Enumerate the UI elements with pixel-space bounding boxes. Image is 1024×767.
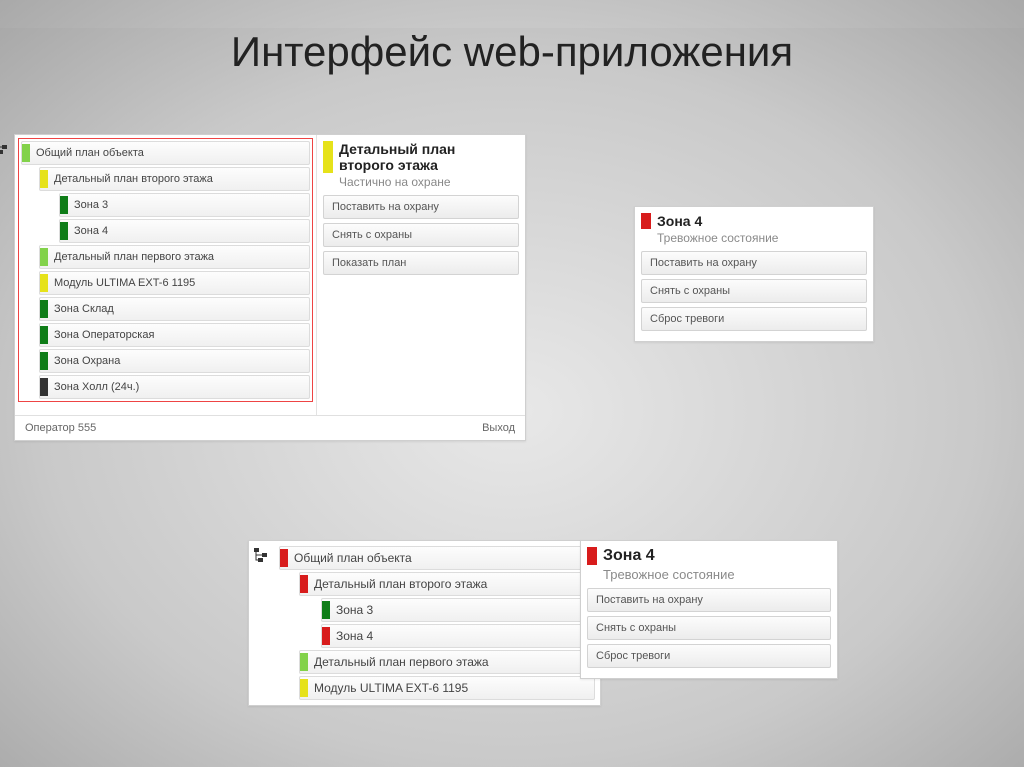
detail-column: Детальный план второго этажа Частично на… <box>317 135 525 415</box>
tree-item-label: Зона 3 <box>336 603 373 617</box>
detail-title-line: Детальный план <box>339 141 455 157</box>
status-bar-icon <box>40 378 48 396</box>
tree-item[interactable]: Зона 3 <box>59 193 310 217</box>
tree-item[interactable]: Зона Операторская <box>39 323 310 347</box>
tree-item-label: Зона 4 <box>74 225 108 237</box>
hierarchy-icon <box>253 547 269 563</box>
tree-item-label: Зона Охрана <box>54 355 120 367</box>
slide-title: Интерфейс web-приложения <box>0 28 1024 76</box>
zone-card-subtitle: Тревожное состояние <box>657 231 867 245</box>
tree-item-label: Детальный план первого этажа <box>314 655 489 669</box>
tree-item-label: Общий план объекта <box>36 147 144 159</box>
tree-item[interactable]: Зона 4 <box>59 219 310 243</box>
zone-card-title: Зона 4 <box>641 213 867 229</box>
tree-item[interactable]: Детальный план второго этажа <box>39 167 310 191</box>
operator-label: Оператор 555 <box>25 422 96 434</box>
status-bar-icon <box>40 326 48 344</box>
tree-item[interactable]: Детальный план первого этажа <box>299 650 595 674</box>
status-bar-icon <box>40 352 48 370</box>
zone-card-title: Зона 4 <box>587 547 831 565</box>
status-bar-icon <box>40 248 48 266</box>
status-bar-icon <box>300 575 308 593</box>
panel-composite: Общий план объекта Детальный план второг… <box>14 134 526 441</box>
tree-panel-alarm: Общий план объекта Детальный план второг… <box>248 540 601 706</box>
hierarchy-icon <box>0 139 9 155</box>
tree-item-label: Зона Склад <box>54 303 114 315</box>
tree-item-label: Зона Холл (24ч.) <box>54 381 139 393</box>
tree-item[interactable]: Детальный план второго этажа <box>299 572 595 596</box>
tree-item[interactable]: Зона Холл (24ч.) <box>39 375 310 399</box>
tree-item[interactable]: Детальный план первого этажа <box>39 245 310 269</box>
tree-item-label: Общий план объекта <box>294 551 412 565</box>
zone-card-large: Зона 4 Тревожное состояние Поставить на … <box>580 540 838 679</box>
tree-item-label: Зона Операторская <box>54 329 154 341</box>
reset-alarm-button[interactable]: Сброс тревоги <box>587 644 831 668</box>
tree-item[interactable]: Зона Склад <box>39 297 310 321</box>
tree-item-label: Модуль ULTIMA EXT-6 1195 <box>54 277 195 289</box>
tree-item-label: Зона 4 <box>336 629 373 643</box>
status-bar-icon <box>40 300 48 318</box>
detail-subtitle: Частично на охране <box>339 175 519 189</box>
zone-card-subtitle: Тревожное состояние <box>603 567 831 582</box>
status-bar-icon <box>322 627 330 645</box>
status-bar-icon <box>300 679 308 697</box>
tree-item[interactable]: Зона 4 <box>321 624 595 648</box>
tree-item[interactable]: Общий план объекта <box>21 141 310 165</box>
tree-column: Общий план объекта Детальный план второг… <box>15 135 317 415</box>
status-bar-icon <box>322 601 330 619</box>
disarm-button[interactable]: Снять с охраны <box>587 616 831 640</box>
status-bar-icon <box>60 196 68 214</box>
tree-item[interactable]: Зона Охрана <box>39 349 310 373</box>
tree-item-label: Детальный план первого этажа <box>54 251 214 263</box>
disarm-button[interactable]: Снять с охраны <box>323 223 519 247</box>
show-plan-button[interactable]: Показать план <box>323 251 519 275</box>
arm-button[interactable]: Поставить на охрану <box>323 195 519 219</box>
panel-footer: Оператор 555 Выход <box>15 415 525 440</box>
zone-card-small: Зона 4 Тревожное состояние Поставить на … <box>634 206 874 342</box>
status-bar-icon <box>280 549 288 567</box>
tree-item[interactable]: Общий план объекта <box>279 546 595 570</box>
status-bar-icon <box>40 170 48 188</box>
tree-selection-frame: Общий план объекта Детальный план второг… <box>18 138 313 402</box>
arm-button[interactable]: Поставить на охрану <box>587 588 831 612</box>
tree-item-label: Детальный план второго этажа <box>54 173 213 185</box>
tree-item-label: Зона 3 <box>74 199 108 211</box>
detail-title: Детальный план второго этажа <box>323 141 519 173</box>
reset-alarm-button[interactable]: Сброс тревоги <box>641 307 867 331</box>
tree-item-label: Модуль ULTIMA EXT-6 1195 <box>314 681 468 695</box>
tree-item[interactable]: Модуль ULTIMA EXT-6 1195 <box>39 271 310 295</box>
status-bar-icon <box>60 222 68 240</box>
status-bar-icon <box>22 144 30 162</box>
status-bar-icon <box>40 274 48 292</box>
tree-item[interactable]: Модуль ULTIMA EXT-6 1195 <box>299 676 595 700</box>
disarm-button[interactable]: Снять с охраны <box>641 279 867 303</box>
tree-item-label: Детальный план второго этажа <box>314 577 487 591</box>
logout-link[interactable]: Выход <box>482 422 515 434</box>
tree-item[interactable]: Зона 3 <box>321 598 595 622</box>
status-bar-icon <box>300 653 308 671</box>
arm-button[interactable]: Поставить на охрану <box>641 251 867 275</box>
detail-title-line: второго этажа <box>339 157 438 173</box>
